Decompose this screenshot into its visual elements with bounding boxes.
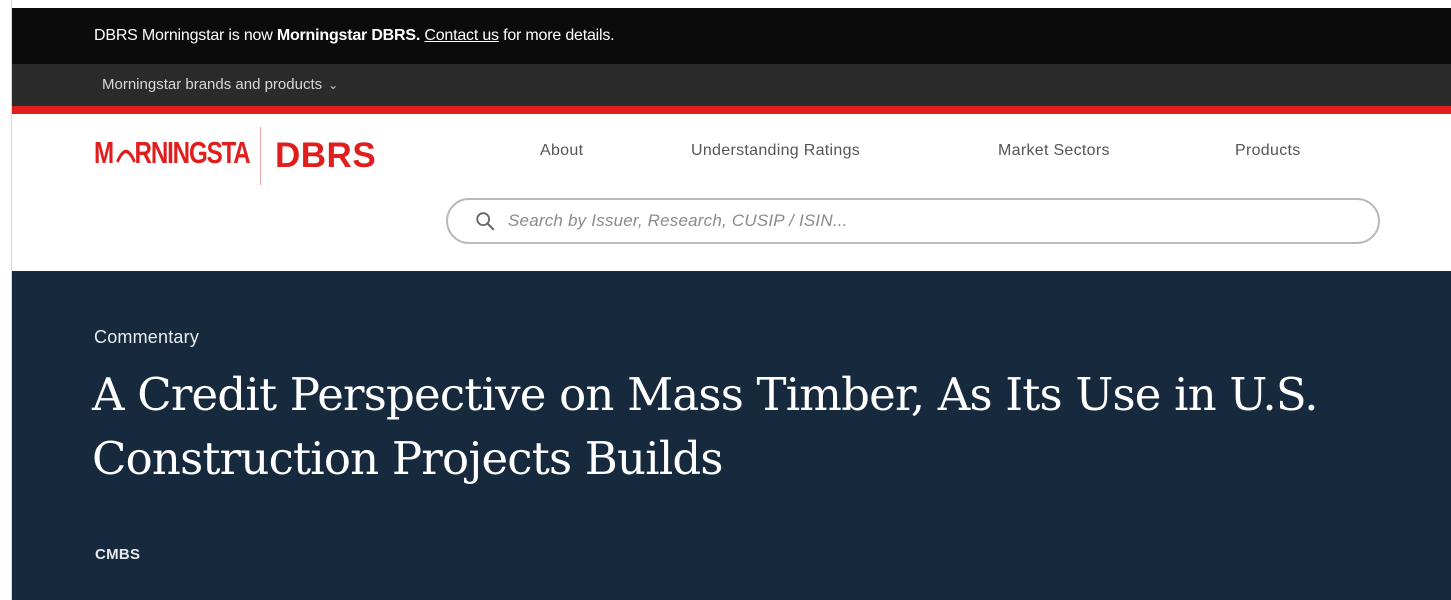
page: DBRS Morningstar is now Morningstar DBRS…	[0, 0, 1451, 600]
search-icon[interactable]	[474, 210, 496, 232]
brands-menu-label: Morningstar brands and products	[102, 76, 323, 93]
search-input[interactable]	[506, 210, 1378, 232]
announcement-suffix: for more details.	[498, 27, 615, 44]
nav-products[interactable]: Products	[1235, 142, 1301, 160]
site-header: M RNINGSTAR DBRS About Understanding Rat…	[12, 114, 1451, 271]
contact-us-link[interactable]: Contact us	[424, 27, 499, 44]
main-nav: About Understanding Ratings Market Secto…	[12, 142, 1451, 172]
announcement-brand: Morningstar DBRS.	[276, 27, 421, 44]
article-title: A Credit Perspective on Mass Timber, As …	[92, 368, 1319, 485]
search-box	[446, 198, 1380, 244]
nav-understanding-ratings[interactable]: Understanding Ratings	[691, 142, 860, 160]
brands-menu-toggle[interactable]: Morningstar brands and products ⌄	[102, 76, 338, 93]
announcement-prefix: DBRS Morningstar is now	[94, 27, 277, 44]
brands-menu-bar: Morningstar brands and products ⌄	[12, 64, 1451, 106]
announcement-bar: DBRS Morningstar is now Morningstar DBRS…	[12, 8, 1451, 64]
nav-market-sectors[interactable]: Market Sectors	[998, 142, 1110, 160]
brand-red-divider	[12, 106, 1451, 114]
article-hero: Commentary A Credit Perspective on Mass …	[12, 271, 1451, 600]
window-left-border	[11, 0, 12, 600]
article-type-label: Commentary	[94, 327, 200, 347]
sector-tag[interactable]: CMBS	[95, 546, 140, 563]
chevron-down-icon: ⌄	[328, 78, 339, 92]
nav-about[interactable]: About	[540, 142, 583, 160]
